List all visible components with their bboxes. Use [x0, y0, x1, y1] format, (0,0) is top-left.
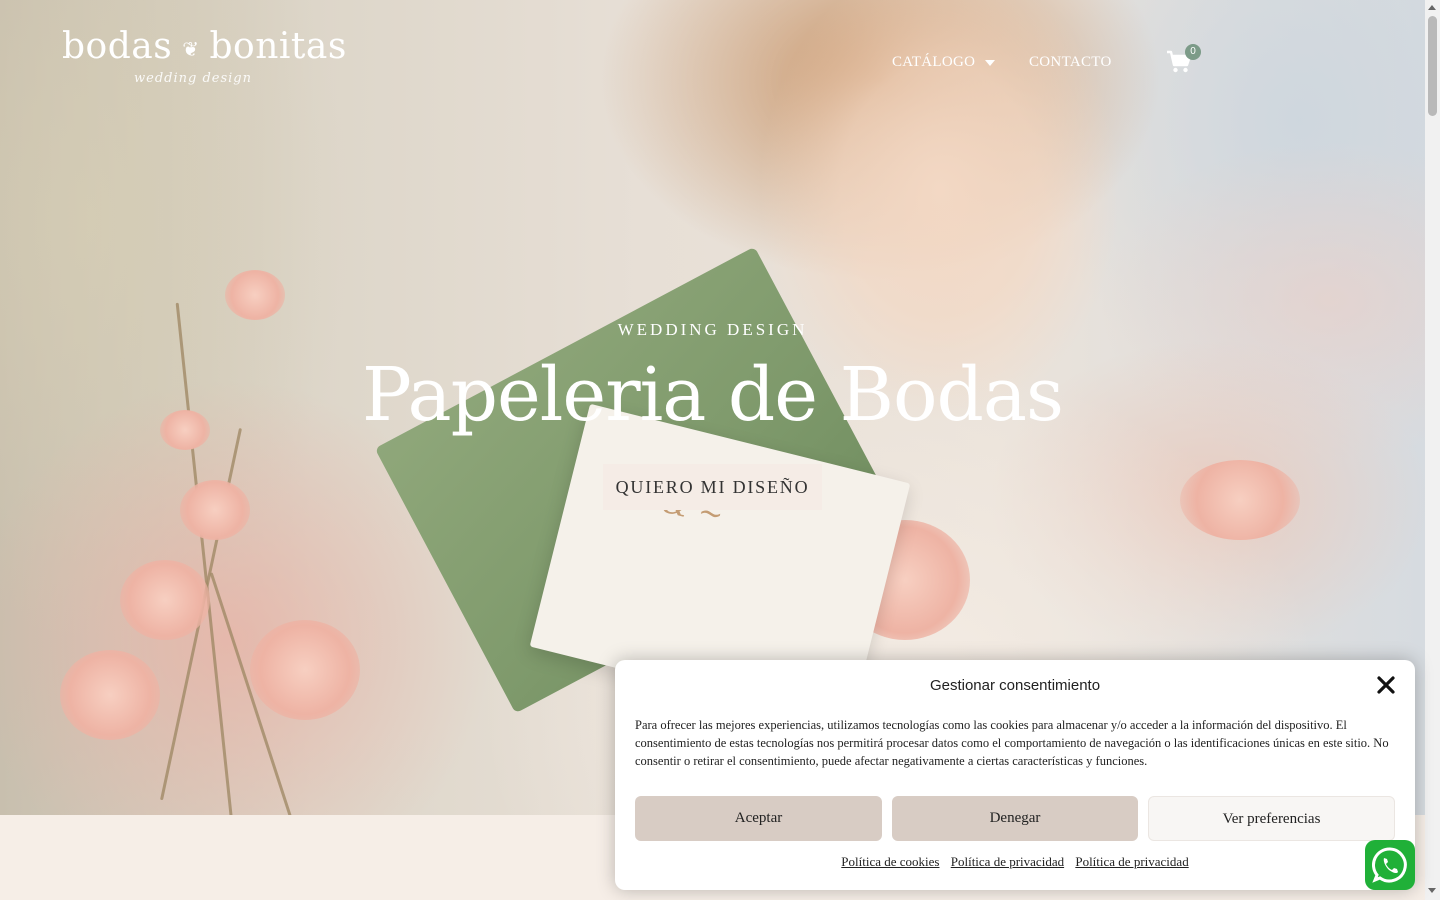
hero-headline: Papeleria de Bodas: [362, 352, 1064, 438]
policy-links: Política de cookies Política de privacid…: [615, 854, 1415, 870]
blossom: [250, 620, 360, 720]
deny-button[interactable]: Denegar: [892, 796, 1138, 841]
logo-tagline: wedding design: [134, 71, 252, 86]
chevron-down-icon: [985, 59, 996, 66]
view-preferences-button[interactable]: Ver preferencias: [1148, 796, 1395, 841]
logo-word-1: bodas: [62, 26, 173, 67]
privacy-policy-link[interactable]: Política de privacidad: [951, 854, 1064, 869]
nav-item-catalog[interactable]: CATÁLOGO: [892, 54, 996, 71]
cart-button[interactable]: 0: [1166, 44, 1206, 82]
leaf-icon: ❦: [182, 37, 200, 61]
hero-eyebrow: WEDDING DESIGN: [617, 320, 808, 339]
nav-item-contact[interactable]: CONTACTO: [1029, 54, 1112, 71]
blossom: [180, 480, 250, 540]
blossom: [225, 270, 285, 320]
brand-logo[interactable]: bodas ❦ bonitas wedding design: [62, 26, 346, 106]
page-scrollbar[interactable]: [1425, 0, 1440, 900]
scroll-up-arrow-icon[interactable]: [1428, 5, 1436, 10]
design-cta-button[interactable]: QUIERO MI DISEÑO: [603, 464, 822, 510]
privacy-policy-link-2[interactable]: Política de privacidad: [1075, 854, 1188, 869]
cart-count-badge: 0: [1185, 44, 1201, 60]
cookie-policy-link[interactable]: Política de cookies: [841, 854, 939, 869]
blossom: [120, 560, 210, 640]
blossom: [60, 650, 160, 740]
nav-catalog-label: CATÁLOGO: [892, 54, 976, 70]
logo-word-2: bonitas: [209, 26, 347, 67]
logo-wordmark: bodas ❦ bonitas: [62, 26, 346, 67]
consent-title: Gestionar consentimiento: [929, 677, 1101, 694]
whatsapp-icon: [1372, 847, 1407, 883]
scroll-thumb[interactable]: [1428, 16, 1437, 116]
cookie-consent-dialog: Gestionar consentimiento Para ofrecer la…: [615, 660, 1415, 890]
close-icon[interactable]: [1375, 674, 1397, 696]
accept-button[interactable]: Aceptar: [635, 796, 882, 841]
consent-body-text: Para ofrecer las mejores experiencias, u…: [635, 718, 1389, 768]
whatsapp-button[interactable]: [1365, 840, 1415, 890]
nav-contact-label: CONTACTO: [1029, 54, 1112, 70]
blossom: [1180, 460, 1300, 540]
scroll-down-arrow-icon[interactable]: [1428, 888, 1436, 893]
